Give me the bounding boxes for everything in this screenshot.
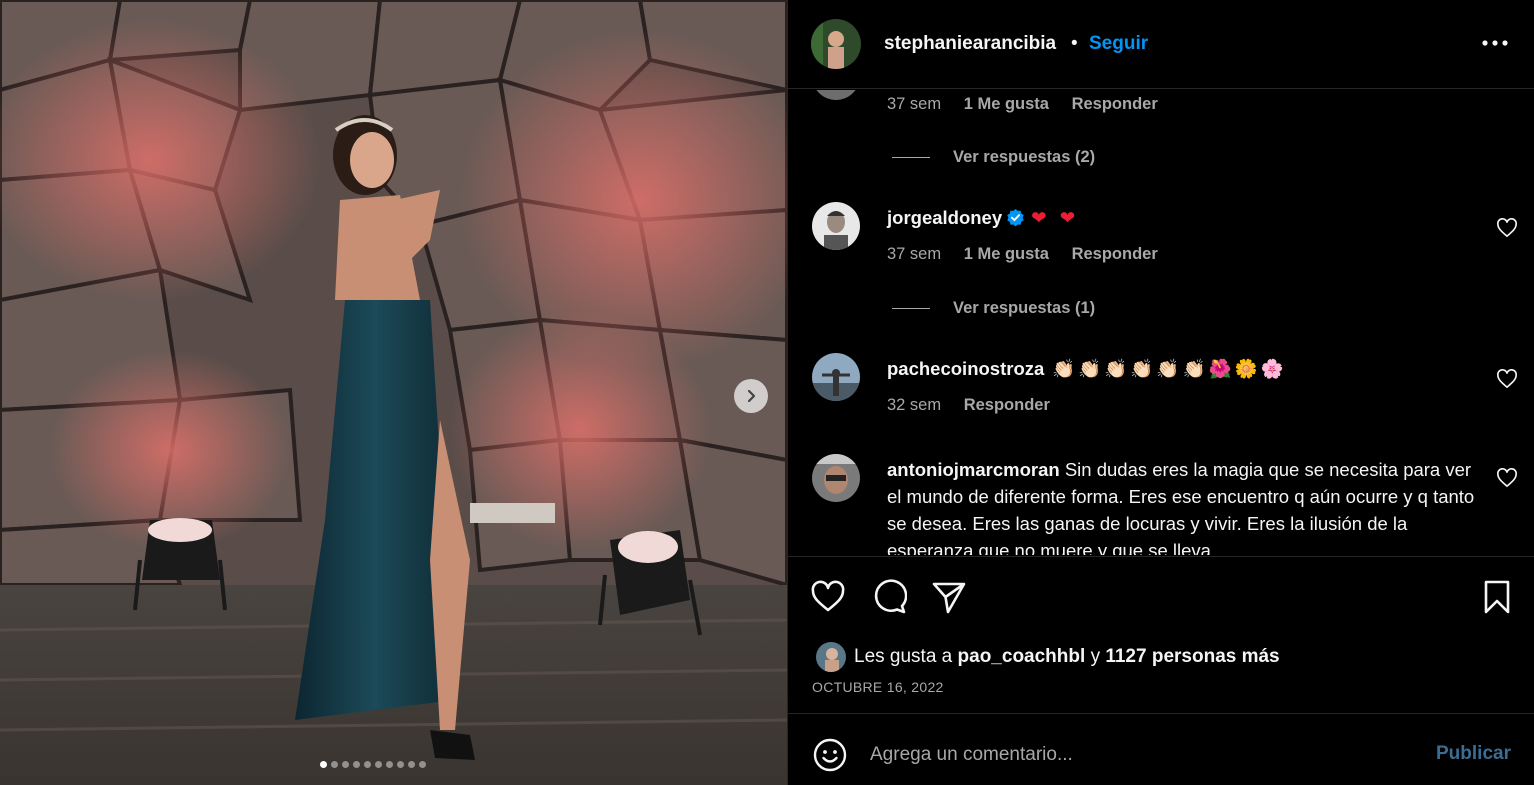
- likes-joiner: y: [1090, 646, 1101, 667]
- comment-like-heart-icon[interactable]: [1496, 468, 1518, 488]
- carousel-dot: [331, 761, 338, 768]
- emoji-smiley-icon[interactable]: [812, 737, 848, 773]
- comment-avatar[interactable]: [812, 353, 860, 401]
- more-options-icon[interactable]: [1481, 36, 1509, 50]
- comment-text: 👏🏻👏🏻👏🏻👏🏻👏🏻👏🏻🌺🌼🌸: [1052, 358, 1287, 379]
- reply-button[interactable]: Responder: [1072, 245, 1158, 263]
- comment-username[interactable]: pachecoinostroza: [887, 358, 1044, 379]
- post-photo[interactable]: [0, 0, 787, 785]
- reply-button[interactable]: Responder: [1072, 95, 1158, 113]
- carousel-dot: [342, 761, 349, 768]
- comment-avatar[interactable]: [812, 202, 860, 250]
- liker-avatar[interactable]: [816, 642, 846, 672]
- comment-meta: 37 sem 1 Me gusta Responder: [887, 95, 1176, 114]
- comment-like-heart-icon[interactable]: [1496, 218, 1518, 238]
- comment-input[interactable]: [870, 737, 1410, 773]
- comment-time: 37 sem: [887, 95, 942, 113]
- like-heart-icon[interactable]: [810, 579, 846, 615]
- comment-avatar[interactable]: [812, 454, 860, 502]
- post-side-panel: stephaniearancibia • Seguir 37 sem 1 Me …: [787, 0, 1534, 785]
- author-username[interactable]: stephaniearancibia: [884, 33, 1056, 55]
- likes-summary: Les gusta a pao_coachhbl y 1127 personas…: [816, 642, 1280, 672]
- carousel-dot: [397, 761, 404, 768]
- comment-bubble-icon[interactable]: [871, 579, 907, 615]
- likes-prefix: Les gusta a: [854, 646, 953, 667]
- comment-username[interactable]: antoniojmarcmoran: [887, 459, 1060, 480]
- comment-avatar[interactable]: [812, 90, 860, 100]
- carousel-dot: [375, 761, 382, 768]
- carousel-dot: [386, 761, 393, 768]
- share-paper-plane-icon[interactable]: [931, 579, 967, 615]
- comment-meta: 32 sem Responder: [887, 396, 1068, 415]
- follow-button[interactable]: Seguir: [1089, 33, 1148, 55]
- carousel-dot: [419, 761, 426, 768]
- comment-like-heart-icon[interactable]: [1496, 369, 1518, 389]
- carousel-dot: [320, 761, 327, 768]
- view-replies-button[interactable]: Ver respuestas (2): [892, 148, 1095, 167]
- comment-likes[interactable]: 1 Me gusta: [964, 95, 1049, 113]
- comment-likes[interactable]: 1 Me gusta: [964, 245, 1049, 263]
- carousel-dot: [353, 761, 360, 768]
- comment-text: ❤ ❤: [1031, 207, 1080, 228]
- carousel-next-button[interactable]: [734, 379, 768, 413]
- author-avatar[interactable]: [811, 19, 861, 69]
- reply-button[interactable]: Responder: [964, 396, 1050, 414]
- verified-badge-icon: [1007, 208, 1024, 227]
- publish-button[interactable]: Publicar: [1436, 743, 1511, 765]
- post-image: [0, 0, 787, 785]
- carousel-indicator: [320, 761, 426, 768]
- comment-composer: Publicar: [788, 715, 1534, 785]
- likes-others[interactable]: 1127 personas más: [1105, 646, 1279, 668]
- view-replies-label: Ver respuestas (2): [953, 148, 1096, 166]
- divider-line: [892, 157, 930, 158]
- carousel-dot: [364, 761, 371, 768]
- separator-dot: •: [1071, 33, 1078, 54]
- carousel-dot: [408, 761, 415, 768]
- comment-username[interactable]: jorgealdoney: [887, 207, 1002, 228]
- post-date[interactable]: OCTUBRE 16, 2022: [812, 679, 944, 695]
- comment-time: 32 sem: [887, 396, 942, 414]
- post-actions-section: Les gusta a pao_coachhbl y 1127 personas…: [788, 556, 1534, 714]
- comment-meta: 37 sem 1 Me gusta Responder: [887, 245, 1176, 264]
- chevron-right-icon: [747, 389, 756, 403]
- view-replies-label: Ver respuestas (1): [953, 299, 1096, 317]
- post-header: stephaniearancibia • Seguir: [788, 0, 1534, 89]
- comment-time: 37 sem: [887, 245, 942, 263]
- save-bookmark-icon[interactable]: [1479, 579, 1515, 615]
- view-replies-button[interactable]: Ver respuestas (1): [892, 299, 1095, 318]
- comments-list[interactable]: 37 sem 1 Me gusta Responder Ver respuest…: [788, 90, 1534, 555]
- liker-username[interactable]: pao_coachhbl: [958, 646, 1086, 668]
- divider-line: [892, 308, 930, 309]
